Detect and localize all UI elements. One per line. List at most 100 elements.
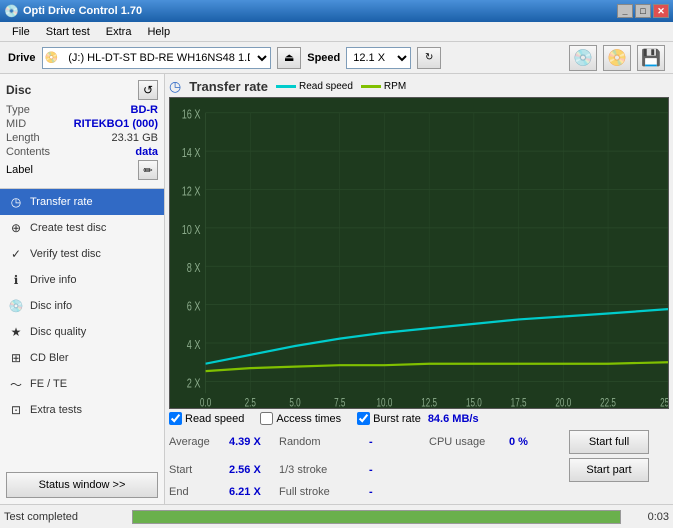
burst-rate-check-label: Burst rate xyxy=(373,413,421,425)
svg-text:14 X: 14 X xyxy=(182,147,201,161)
access-times-check-label: Access times xyxy=(276,413,341,425)
menu-extra[interactable]: Extra xyxy=(98,24,140,40)
svg-text:10.0: 10.0 xyxy=(377,397,393,408)
menu-file[interactable]: File xyxy=(4,24,38,40)
save-btn[interactable]: 💾 xyxy=(637,45,665,71)
mid-value: RITEKBO1 (000) xyxy=(74,118,158,130)
legend-rpm: RPM xyxy=(361,81,406,92)
fe-te-icon: 〜 xyxy=(8,376,24,392)
legend-rpm-color xyxy=(361,85,381,88)
stats-row-1: Average 4.39 X Random - CPU usage 0 % St… xyxy=(169,428,665,456)
length-label: Length xyxy=(6,132,40,144)
nav-transfer-rate[interactable]: ◷ Transfer rate xyxy=(0,189,164,215)
access-times-checkbox[interactable] xyxy=(260,412,273,425)
nav-cd-bler[interactable]: ⊞ CD Bler xyxy=(0,345,164,371)
contents-label: Contents xyxy=(6,146,50,158)
menubar: File Start test Extra Help xyxy=(0,22,673,42)
disc-refresh-btn[interactable]: ↺ xyxy=(138,80,158,100)
read-speed-checkbox[interactable] xyxy=(169,412,182,425)
menu-start-test[interactable]: Start test xyxy=(38,24,98,40)
minimize-btn[interactable]: _ xyxy=(617,4,633,18)
titlebar: 💿 Opti Drive Control 1.70 _ □ ✕ xyxy=(0,0,673,22)
svg-text:2.5: 2.5 xyxy=(245,397,257,408)
disc-icon-btn2[interactable]: 📀 xyxy=(603,45,631,71)
stats-row-2: Start 2.56 X 1/3 stroke - Start part xyxy=(169,456,665,484)
refresh-btn[interactable]: ↻ xyxy=(417,47,441,69)
status-window-btn[interactable]: Status window >> xyxy=(6,472,158,498)
create-disc-icon: ⊕ xyxy=(8,220,24,236)
main-content: Disc ↺ Type BD-R MID RITEKBO1 (000) Leng… xyxy=(0,74,673,504)
svg-text:15.0: 15.0 xyxy=(466,397,482,408)
start-part-btn[interactable]: Start part xyxy=(569,458,649,482)
type-label: Type xyxy=(6,104,30,116)
svg-text:4 X: 4 X xyxy=(187,338,201,352)
svg-text:25.0: 25.0 xyxy=(660,397,668,408)
svg-text:0.0: 0.0 xyxy=(200,397,212,408)
extra-tests-icon: ⊡ xyxy=(8,402,24,418)
length-value: 23.31 GB xyxy=(112,132,158,144)
disc-label-label: Label xyxy=(6,164,33,176)
time-value: 0:03 xyxy=(629,511,669,523)
close-btn[interactable]: ✕ xyxy=(653,4,669,18)
stats-row-3: End 6.21 X Full stroke - xyxy=(169,484,665,500)
sidebar: Disc ↺ Type BD-R MID RITEKBO1 (000) Leng… xyxy=(0,74,165,504)
chart-area: ◷ Transfer rate Read speed RPM xyxy=(165,74,673,504)
disc-icon-btn1[interactable]: 💿 xyxy=(569,45,597,71)
nav-extra-tests[interactable]: ⊡ Extra tests xyxy=(0,397,164,423)
speed-label: Speed xyxy=(307,52,340,64)
drive-select[interactable]: (J:) HL-DT-ST BD-RE WH16NS48 1.D3 xyxy=(60,48,270,68)
svg-text:22.5: 22.5 xyxy=(600,397,616,408)
burst-rate-checkbox[interactable] xyxy=(357,412,370,425)
burst-rate-value: 84.6 MB/s xyxy=(428,413,479,425)
nav-fe-te[interactable]: 〜 FE / TE xyxy=(0,371,164,397)
disc-label-btn[interactable]: ✏ xyxy=(138,160,158,180)
disc-panel: Disc ↺ Type BD-R MID RITEKBO1 (000) Leng… xyxy=(0,74,164,189)
svg-text:5.0: 5.0 xyxy=(289,397,301,408)
legend-read-speed: Read speed xyxy=(276,81,353,92)
speed-select[interactable]: 12.1 X xyxy=(346,47,411,69)
svg-text:12 X: 12 X xyxy=(182,185,201,199)
type-value: BD-R xyxy=(131,104,159,116)
start-full-btn[interactable]: Start full xyxy=(569,430,649,454)
drive-info-icon: ℹ xyxy=(8,272,24,288)
nav-disc-quality[interactable]: ★ Disc quality xyxy=(0,319,164,345)
eject-button[interactable]: ⏏ xyxy=(277,47,301,69)
app-icon: 💿 xyxy=(4,4,19,18)
chart-container: 16 X 14 X 12 X 10 X 8 X 6 X 4 X 2 X 0.0 … xyxy=(169,97,669,409)
svg-text:12.5: 12.5 xyxy=(421,397,437,408)
nav-create-test-disc[interactable]: ⊕ Create test disc xyxy=(0,215,164,241)
svg-text:16 X: 16 X xyxy=(182,108,201,122)
statusbar: Test completed 0:03 xyxy=(0,504,673,528)
progress-bar-container xyxy=(132,510,621,524)
mid-label: MID xyxy=(6,118,26,130)
verify-disc-icon: ✓ xyxy=(8,246,24,262)
disc-info-icon: 💿 xyxy=(8,298,24,314)
svg-text:8 X: 8 X xyxy=(187,262,201,276)
chart-svg: 16 X 14 X 12 X 10 X 8 X 6 X 4 X 2 X 0.0 … xyxy=(170,98,668,408)
nav-verify-test-disc[interactable]: ✓ Verify test disc xyxy=(0,241,164,267)
svg-text:6 X: 6 X xyxy=(187,300,201,314)
disc-quality-icon: ★ xyxy=(8,324,24,340)
legend-read-color xyxy=(276,85,296,88)
chart-header: ◷ Transfer rate Read speed RPM xyxy=(169,78,669,95)
progress-bar xyxy=(133,511,620,523)
nav-list: ◷ Transfer rate ⊕ Create test disc ✓ Ver… xyxy=(0,189,164,466)
disc-title: Disc xyxy=(6,83,31,97)
chart-title: Transfer rate xyxy=(189,79,268,94)
maximize-btn[interactable]: □ xyxy=(635,4,651,18)
contents-value: data xyxy=(135,146,158,158)
nav-disc-info[interactable]: 💿 Disc info xyxy=(0,293,164,319)
svg-text:10 X: 10 X xyxy=(182,223,201,237)
svg-text:2 X: 2 X xyxy=(187,377,201,391)
app-title: Opti Drive Control 1.70 xyxy=(23,5,617,17)
drive-label: Drive xyxy=(8,52,36,64)
svg-text:17.5: 17.5 xyxy=(511,397,527,408)
menu-help[interactable]: Help xyxy=(139,24,178,40)
checks-row: Read speed Access times Burst rate 84.6 … xyxy=(169,409,669,428)
drivebar: Drive 📀 (J:) HL-DT-ST BD-RE WH16NS48 1.D… xyxy=(0,42,673,74)
cd-bler-icon: ⊞ xyxy=(8,350,24,366)
svg-text:20.0: 20.0 xyxy=(555,397,571,408)
transfer-rate-icon: ◷ xyxy=(8,194,24,210)
nav-drive-info[interactable]: ℹ Drive info xyxy=(0,267,164,293)
svg-text:7.5: 7.5 xyxy=(334,397,346,408)
